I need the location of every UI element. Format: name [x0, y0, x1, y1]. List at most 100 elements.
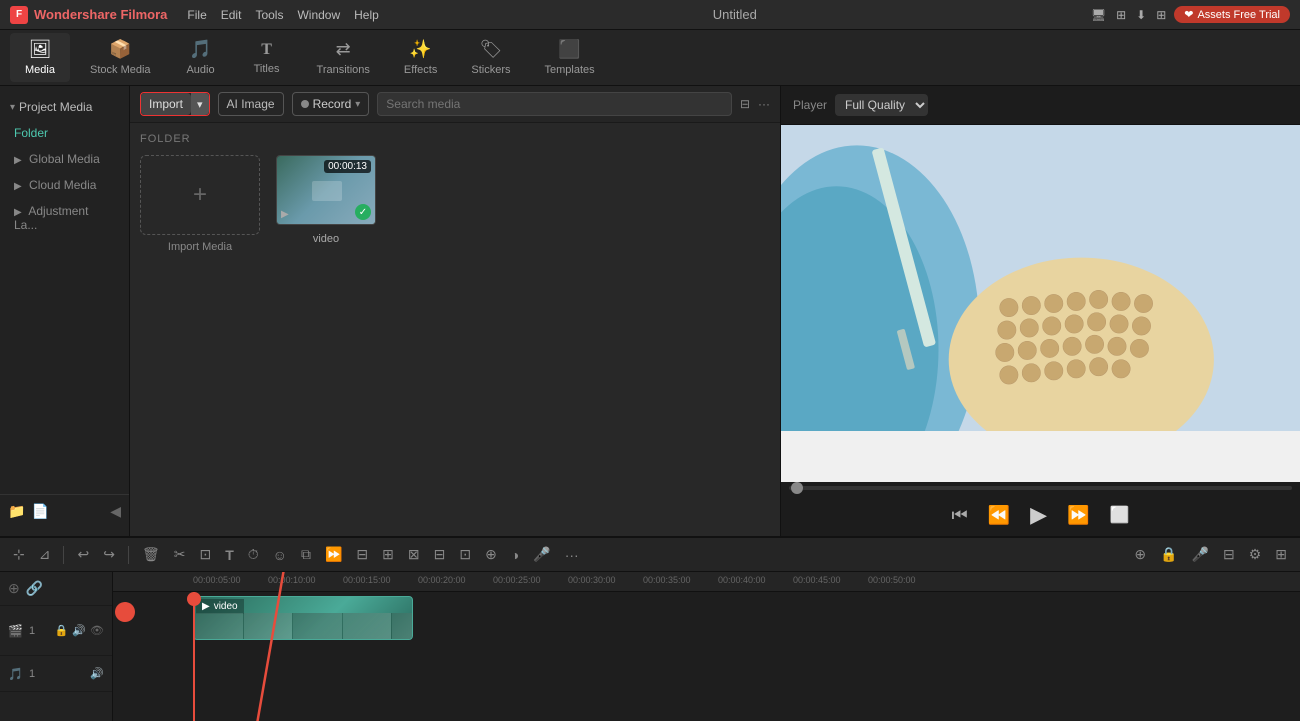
add-track-button[interactable]: ⊕: [8, 580, 20, 597]
tab-stock-media[interactable]: 📦 Stock Media: [76, 33, 165, 82]
import-dropdown-button[interactable]: ▾: [191, 93, 209, 115]
more-tools-button[interactable]: ···: [560, 544, 584, 566]
video-clip[interactable]: ▶ video: [193, 596, 413, 640]
zoom-button[interactable]: ⊕: [480, 543, 502, 566]
sidebar-bottom-icons: 📁 📄 ◀: [0, 494, 129, 528]
audio-sync-button[interactable]: ⊞: [377, 543, 399, 566]
timeline-right-tools: ⊕ 🔒 🎤 ⊟ ⚙ ⊞: [1129, 543, 1292, 566]
step-back-button[interactable]: ⏪: [988, 505, 1010, 526]
tab-templates-label: Templates: [544, 64, 594, 76]
tab-media-label: Media: [25, 64, 55, 76]
skip-back-button[interactable]: ⏮: [952, 505, 968, 526]
ruler-marks: 00:00:05:00 00:00:10:00 00:00:15:00 00:0…: [113, 572, 1300, 591]
collapse-icon[interactable]: ◀: [110, 503, 121, 520]
color-button[interactable]: ◑: [506, 544, 524, 566]
chapter-marker[interactable]: [115, 602, 135, 622]
cut-button[interactable]: ✂: [169, 543, 191, 566]
voice-button[interactable]: 🎤: [528, 543, 555, 566]
search-input[interactable]: [377, 92, 732, 116]
tab-templates[interactable]: ⬛ Templates: [530, 33, 608, 82]
audio-volume-button[interactable]: 🔊: [90, 667, 104, 680]
select-tool-button[interactable]: ⊹: [8, 543, 30, 566]
playhead-head: [187, 592, 201, 606]
tab-titles[interactable]: T Titles: [237, 35, 297, 81]
add-media-icon[interactable]: 📄: [31, 503, 48, 520]
sidebar-item-folder[interactable]: Folder: [0, 120, 129, 146]
link-track-button[interactable]: 🔗: [26, 580, 43, 597]
templates-icon: ⬛: [558, 39, 580, 60]
delete-button[interactable]: 🗑: [137, 543, 165, 566]
apps-icon[interactable]: ⊞: [1156, 8, 1166, 22]
arrow-annotation: [113, 572, 513, 721]
grid-icon[interactable]: ⊞: [1116, 8, 1126, 22]
import-placeholder[interactable]: +: [140, 155, 260, 235]
sidebar-item-adjustment[interactable]: ▶ Adjustment La...: [0, 198, 129, 238]
tab-effects[interactable]: ✨ Effects: [390, 33, 451, 82]
crop2-button[interactable]: ⊡: [454, 543, 476, 566]
tab-titles-label: Titles: [254, 63, 280, 75]
split-button[interactable]: ⊠: [403, 543, 425, 566]
video-thumbnail[interactable]: 00:00:13 ✓ ▶: [276, 155, 376, 225]
import-button[interactable]: Import: [141, 93, 191, 115]
tab-transitions[interactable]: ⇄ Transitions: [303, 33, 384, 82]
timeline-tool-6[interactable]: ⊞: [1270, 543, 1292, 566]
import-media-item: + Import Media: [140, 155, 260, 253]
record-button[interactable]: Record ▾: [292, 92, 370, 116]
new-folder-icon[interactable]: 📁: [8, 503, 25, 520]
menu-help[interactable]: Help: [354, 8, 379, 22]
video-check-icon: ✓: [355, 204, 371, 220]
menu-edit[interactable]: Edit: [221, 8, 242, 22]
timeline-tool-1[interactable]: ⊕: [1129, 543, 1151, 566]
more-options-icon[interactable]: ···: [758, 97, 770, 111]
ripple-tool-button[interactable]: ⊿: [34, 543, 56, 566]
sidebar-item-cloud-media[interactable]: ▶ Cloud Media: [0, 172, 129, 198]
nav-tabs: 🖼 Media 📦 Stock Media 🎵 Audio T Titles ⇄…: [0, 30, 1300, 86]
ruler-mark-10: 00:00:50:00: [868, 575, 916, 585]
track-volume-button[interactable]: 🔊: [72, 624, 86, 637]
crop-button[interactable]: ⊡: [194, 543, 216, 566]
player-panel: Player Full Quality1/2 Quality1/4 Qualit…: [780, 86, 1300, 536]
undo-button[interactable]: ↩: [72, 543, 94, 566]
tab-stickers[interactable]: 🏷 Stickers: [457, 33, 524, 82]
quality-select[interactable]: Full Quality1/2 Quality1/4 Quality: [835, 94, 928, 116]
fullscreen-button[interactable]: ⬜: [1110, 505, 1130, 525]
video-item-label: video: [313, 233, 339, 245]
progress-handle[interactable]: [791, 482, 803, 494]
menu-file[interactable]: File: [187, 8, 206, 22]
timeline-tool-4[interactable]: ⊟: [1218, 543, 1240, 566]
text-button[interactable]: T: [220, 544, 239, 566]
timeline-tool-3[interactable]: 🎤: [1187, 543, 1214, 566]
media-content: FOLDER + Import Media: [130, 123, 780, 536]
filter-icon[interactable]: ⊟: [740, 97, 750, 111]
progress-bar[interactable]: [789, 486, 1292, 490]
play-button[interactable]: ▶: [1030, 502, 1047, 528]
duration-button[interactable]: ⏱: [243, 543, 264, 566]
timeline-tool-5[interactable]: ⚙: [1244, 543, 1267, 566]
menu-tools[interactable]: Tools: [255, 8, 283, 22]
adjust-button[interactable]: ⊟: [351, 543, 373, 566]
sticker-button[interactable]: ☺: [268, 544, 292, 566]
mirror-button[interactable]: ⊟: [429, 543, 451, 566]
top-right: 🖥 ⊞ ⬇ ⊞ ❤ Assets Free Trial: [1091, 6, 1290, 23]
assets-button[interactable]: ❤ Assets Free Trial: [1174, 6, 1290, 23]
download-icon[interactable]: ⬇: [1136, 8, 1146, 22]
tab-audio[interactable]: 🎵 Audio: [171, 33, 231, 82]
timeline-right-panel: 00:00:05:00 00:00:10:00 00:00:15:00 00:0…: [113, 572, 1300, 721]
track-visibility-button[interactable]: 👁: [90, 624, 104, 637]
track-audio-actions: 🔊: [90, 667, 104, 680]
track-lock-button[interactable]: 🔒: [55, 624, 69, 637]
timeline-add-track-row: ⊕ 🔗: [0, 572, 112, 606]
timeline-ruler[interactable]: 00:00:05:00 00:00:10:00 00:00:15:00 00:0…: [113, 572, 1300, 592]
timeline-toolbar: ⊹ ⊿ ↩ ↪ 🗑 ✂ ⊡ T ⏱ ☺ ⧉ ⏩ ⊟ ⊞ ⊠ ⊟ ⊡ ⊕ ◑ 🎤 …: [0, 538, 1300, 572]
composite-button[interactable]: ⧉: [296, 543, 316, 566]
redo-button[interactable]: ↪: [98, 543, 120, 566]
timeline-tool-2[interactable]: 🔒: [1155, 543, 1182, 566]
ai-image-button[interactable]: AI Image: [218, 92, 284, 116]
monitor-icon[interactable]: 🖥: [1091, 8, 1106, 22]
tab-media[interactable]: 🖼 Media: [10, 33, 70, 82]
menu-window[interactable]: Window: [297, 8, 340, 22]
speed-button[interactable]: ⏩: [320, 543, 347, 566]
brand-icon: F: [10, 6, 28, 24]
step-forward-button[interactable]: ⏩: [1067, 505, 1089, 526]
sidebar-item-global-media[interactable]: ▶ Global Media: [0, 146, 129, 172]
